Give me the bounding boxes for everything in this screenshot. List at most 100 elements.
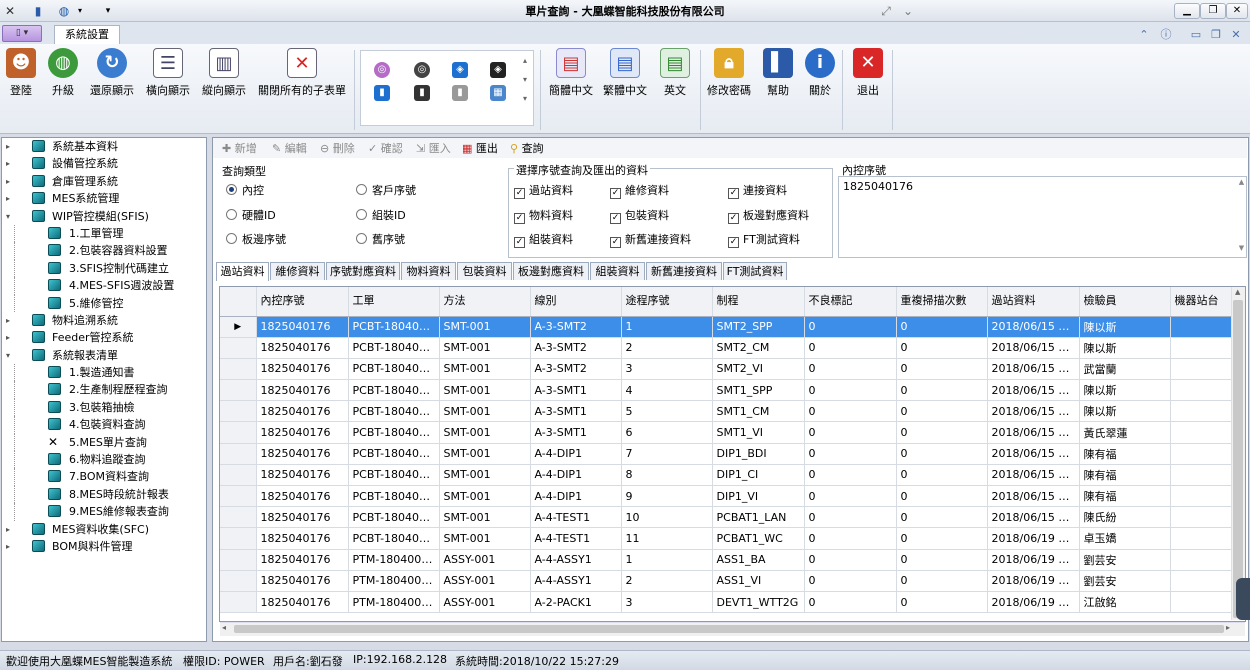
- theme-black-icon[interactable]: ◈: [490, 62, 506, 78]
- table-cell[interactable]: 陳以斯: [1079, 316, 1171, 338]
- data-grid[interactable]: 內控序號 工單 方法 線別 途程序號 制程 不良標記 重複掃描次數 過站資料 檢驗員 機器站台 ▶ 1…: [219, 286, 1246, 622]
- table-cell[interactable]: [1170, 421, 1241, 444]
- table-row[interactable]: 1825040176 PCBT-18040005 SMT-001 A-4-DIP1 9 D…: [220, 485, 1241, 508]
- tree-item[interactable]: 8.MES時段統計報表: [2, 485, 206, 504]
- scroll-up-icon[interactable]: ▲: [1237, 178, 1246, 186]
- row-indicator[interactable]: [220, 591, 257, 614]
- vertical-scroll-thumb[interactable]: [1233, 300, 1243, 618]
- table-cell[interactable]: 2018/06/15 1...: [987, 421, 1080, 444]
- expanded-arrow-icon[interactable]: ▾: [6, 347, 14, 364]
- table-cell[interactable]: A-4-DIP1: [530, 443, 622, 465]
- column-header[interactable]: 制程: [712, 287, 805, 317]
- table-cell[interactable]: 1825040176: [256, 400, 349, 423]
- navigation-tree[interactable]: ▸ 系統基本資料 ▸ 設備管控系統 ▸ 倉庫管理系統 ▸ MES系統管理 ▾ WIP管控模組(SF…: [1, 137, 207, 642]
- close-mdi-icon[interactable]: ✕: [1228, 27, 1244, 43]
- table-cell[interactable]: PCBT-18040005: [348, 464, 440, 487]
- table-cell[interactable]: 2018/06/15 0...: [987, 379, 1080, 402]
- row-indicator[interactable]: [220, 485, 257, 508]
- table-cell[interactable]: 2018/06/19 1...: [987, 591, 1080, 614]
- traditional-chinese-button[interactable]: ▤ 繁體中文: [600, 48, 650, 104]
- table-cell[interactable]: 0: [896, 527, 988, 550]
- table-cell[interactable]: SMT-001: [439, 485, 531, 508]
- collapsed-arrow-icon[interactable]: ▸: [6, 155, 14, 172]
- table-cell[interactable]: 1825040176: [256, 485, 349, 508]
- tab-package-data[interactable]: 包裝資料: [457, 262, 512, 280]
- tree-item[interactable]: ✕ 5.MES單片查詢: [2, 433, 206, 452]
- gallery-scroll-up-icon[interactable]: ▴: [523, 56, 527, 65]
- restore-window-icon[interactable]: ❐: [1208, 27, 1224, 43]
- vertical-display-button[interactable]: ▥ 縱向顯示: [200, 48, 248, 104]
- table-cell[interactable]: A-4-DIP1: [530, 485, 622, 508]
- tree-item[interactable]: 7.BOM資料查詢: [2, 468, 206, 486]
- tree-item[interactable]: 2.包裝容器資料設置: [2, 242, 206, 260]
- horizontal-scroll-thumb[interactable]: [234, 625, 1224, 633]
- table-cell[interactable]: PCBT-18040005: [348, 421, 440, 444]
- table-row[interactable]: 1825040176 PCBT-18040005 SMT-001 A-3-SMT1 6 S…: [220, 421, 1241, 444]
- table-cell[interactable]: 11: [621, 527, 713, 550]
- table-cell[interactable]: 0: [804, 400, 897, 423]
- tab-material-data[interactable]: 物料資料: [401, 262, 456, 280]
- tree-item[interactable]: 4.MES-SFIS週波設置: [2, 277, 206, 295]
- table-cell[interactable]: 0: [804, 549, 897, 571]
- column-header[interactable]: 不良標記: [804, 287, 897, 317]
- table-cell[interactable]: DIP1_VI: [712, 485, 805, 508]
- help-icon[interactable]: ⓘ: [1158, 27, 1174, 43]
- table-cell[interactable]: 陳有福: [1079, 485, 1171, 508]
- table-cell[interactable]: [1170, 464, 1241, 487]
- table-cell[interactable]: SMT-001: [439, 443, 531, 465]
- table-cell[interactable]: SMT-001: [439, 421, 531, 444]
- table-cell[interactable]: 0: [804, 421, 897, 444]
- horizontal-display-button[interactable]: ☰ 橫向顯示: [144, 48, 192, 104]
- table-cell[interactable]: A-3-SMT2: [530, 337, 622, 359]
- theme-grid-icon[interactable]: ▦: [490, 85, 506, 101]
- table-cell[interactable]: PCBT-18040005: [348, 358, 440, 381]
- table-cell[interactable]: 8: [621, 464, 713, 487]
- row-indicator[interactable]: [220, 358, 257, 381]
- table-cell[interactable]: SMT-001: [439, 358, 531, 381]
- table-cell[interactable]: 0: [896, 316, 988, 338]
- collapsed-arrow-icon[interactable]: ▸: [6, 173, 14, 190]
- table-cell[interactable]: 0: [896, 400, 988, 423]
- restore-display-button[interactable]: ↻ 還原顯示: [88, 48, 136, 104]
- row-indicator[interactable]: [220, 570, 257, 592]
- table-cell[interactable]: ASSY-001: [439, 570, 531, 592]
- row-indicator[interactable]: [220, 549, 257, 571]
- table-cell[interactable]: 0: [804, 485, 897, 508]
- tree-group[interactable]: ▸ Feeder管控系統: [2, 329, 206, 346]
- collapsed-arrow-icon[interactable]: ▸: [6, 521, 14, 538]
- table-row[interactable]: 1825040176 PCBT-18040005 SMT-001 A-3-SMT1 5 S…: [220, 400, 1241, 423]
- table-cell[interactable]: 2018/06/15 0...: [987, 337, 1080, 359]
- tree-item[interactable]: 1.製造通知書: [2, 364, 206, 382]
- table-cell[interactable]: PCBAT1_LAN: [712, 506, 805, 529]
- table-cell[interactable]: 1825040176: [256, 549, 349, 571]
- theme-dark-icon[interactable]: ◎: [414, 62, 430, 78]
- table-cell[interactable]: 陳氏紛: [1079, 506, 1171, 529]
- table-cell[interactable]: 2018/06/19 0...: [987, 527, 1080, 550]
- table-cell[interactable]: 0: [804, 379, 897, 402]
- table-cell[interactable]: 2: [621, 570, 713, 592]
- tab-assembly-data[interactable]: 組裝資料: [590, 262, 645, 280]
- table-cell[interactable]: ASSY-001: [439, 549, 531, 571]
- table-cell[interactable]: 0: [896, 379, 988, 402]
- simplified-chinese-button[interactable]: ▤ 簡體中文: [546, 48, 596, 104]
- table-cell[interactable]: 0: [804, 527, 897, 550]
- tab-station-data[interactable]: 過站資料: [216, 262, 269, 281]
- row-indicator[interactable]: [220, 506, 257, 529]
- collapsed-arrow-icon[interactable]: ▸: [6, 538, 14, 555]
- collapsed-arrow-icon[interactable]: ▸: [6, 312, 14, 329]
- table-cell[interactable]: A-4-TEST1: [530, 506, 622, 529]
- column-header[interactable]: 線別: [530, 287, 622, 317]
- table-cell[interactable]: SMT-001: [439, 506, 531, 529]
- tree-group[interactable]: ▸ 物料追溯系統: [2, 312, 206, 329]
- table-cell[interactable]: PCBT-18040005: [348, 443, 440, 465]
- table-cell[interactable]: 0: [804, 570, 897, 592]
- theme-office-icon[interactable]: ◎: [374, 62, 390, 78]
- tab-system-settings[interactable]: 系統設置: [54, 25, 120, 44]
- table-cell[interactable]: 0: [896, 549, 988, 571]
- table-cell[interactable]: PTM-18040005: [348, 591, 440, 614]
- tab-repair-data[interactable]: 維修資料: [270, 262, 325, 280]
- table-cell[interactable]: [1170, 485, 1241, 508]
- row-indicator[interactable]: [220, 337, 257, 359]
- table-cell[interactable]: PCBAT1_WC: [712, 527, 805, 550]
- tree-group[interactable]: ▸ 系統基本資料: [2, 138, 206, 155]
